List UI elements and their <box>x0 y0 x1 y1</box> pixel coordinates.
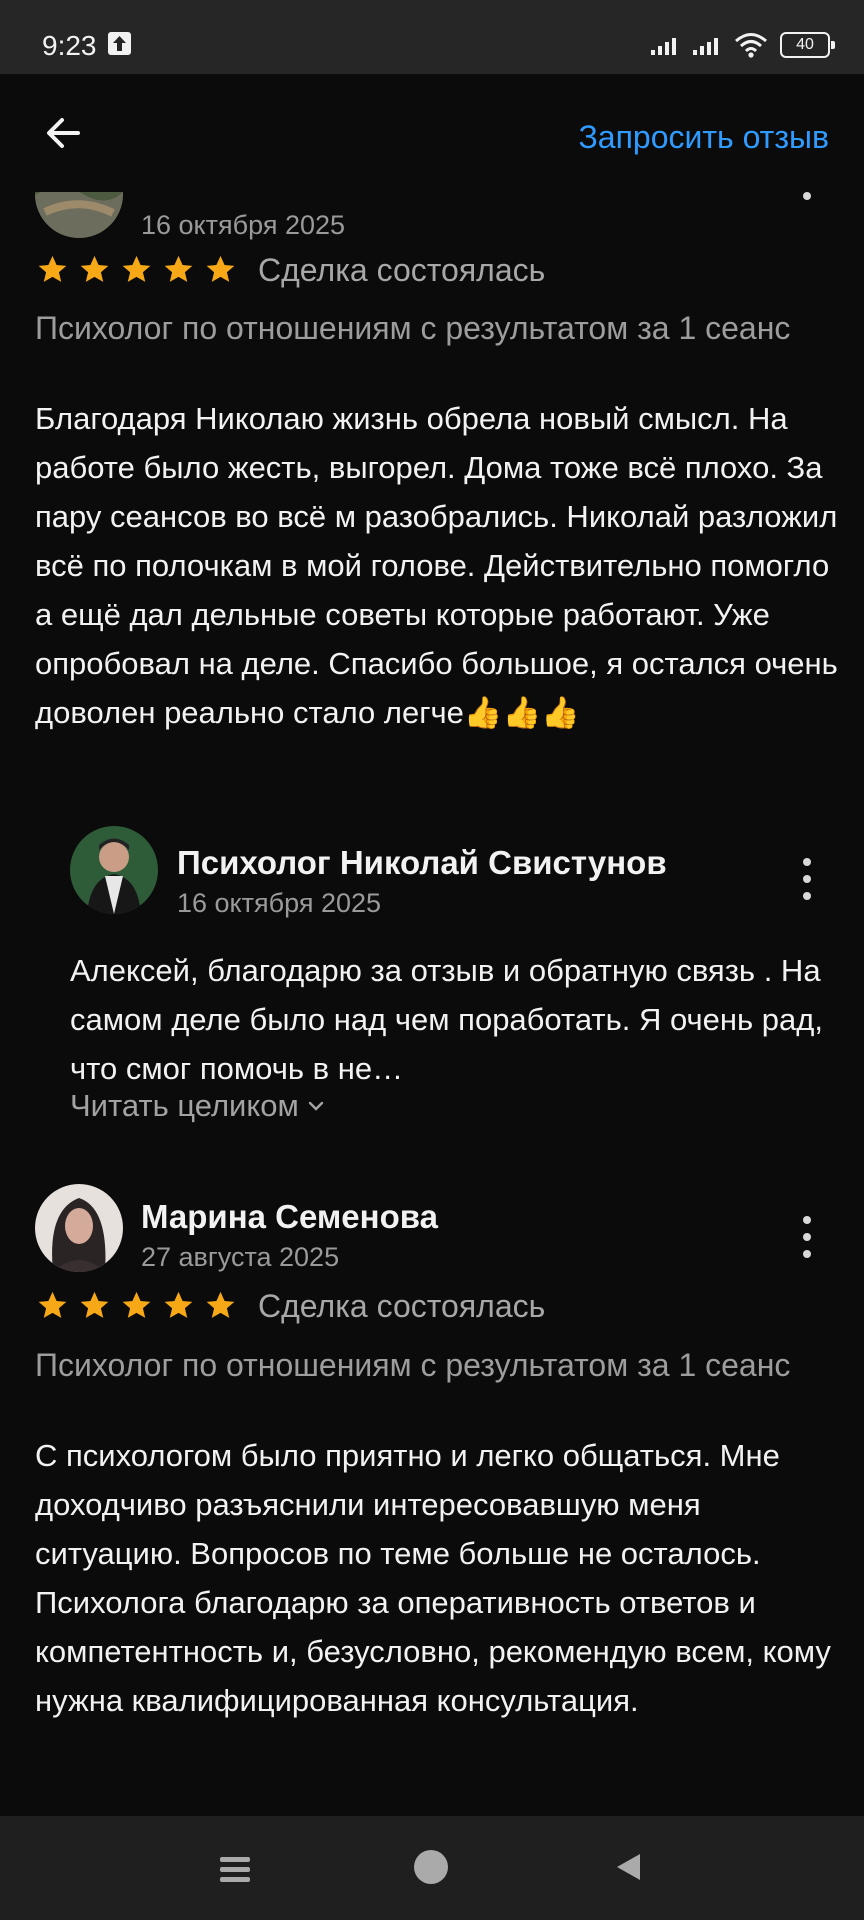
more-icon[interactable] <box>802 1216 812 1258</box>
star-icon <box>80 1291 109 1318</box>
star-icon <box>122 1291 151 1318</box>
more-icon[interactable] <box>802 858 812 900</box>
signal-icon <box>693 38 718 55</box>
star-icon <box>80 255 109 282</box>
request-review-link[interactable]: Запросить отзыв <box>578 119 829 156</box>
system-nav-bar <box>0 1816 864 1920</box>
chevron-down-icon <box>308 1101 324 1111</box>
wifi-icon <box>735 33 767 58</box>
star-icon <box>164 255 193 282</box>
status-icons: 40 <box>650 30 835 60</box>
star-icon <box>164 1291 193 1318</box>
menu-icon[interactable] <box>218 1852 252 1886</box>
home-icon[interactable] <box>414 1850 448 1884</box>
deal-status: Сделка состоялась <box>258 1287 546 1324</box>
read-more-label: Читать целиком <box>70 1088 299 1123</box>
more-icon[interactable] <box>802 192 812 210</box>
reply-text: Алексей, благодарю за отзыв и обратную с… <box>70 953 823 1086</box>
back-button[interactable] <box>40 109 88 157</box>
star-icon <box>38 1291 67 1318</box>
review-date: 16 октября 2025 <box>141 210 346 240</box>
triangle-back-icon[interactable] <box>612 1851 644 1883</box>
signal-icon <box>651 38 676 55</box>
reviewer-name: Марина Семенова <box>141 1198 438 1235</box>
battery-icon: 40 <box>780 32 835 58</box>
rating-row: Сделка состоялась <box>35 248 545 292</box>
arrow-left-icon <box>47 118 80 148</box>
reviews-list[interactable]: 16 октября 2025 Сделка состоялась Психол… <box>0 192 864 1816</box>
star-icon <box>206 255 235 282</box>
reviewer-avatar[interactable] <box>35 192 123 238</box>
status-bar: 9:23 40 <box>0 0 864 74</box>
status-time: 9:23 <box>42 30 97 61</box>
upload-icon <box>108 32 131 55</box>
star-rating <box>35 253 238 288</box>
review-topic: Психолог по отношениям с результатом за … <box>35 1347 791 1383</box>
review-topic: Психолог по отношениям с результатом за … <box>35 310 791 346</box>
specialist-name: Психолог Николай Свистунов <box>177 844 667 881</box>
star-icon <box>122 255 151 282</box>
specialist-avatar[interactable] <box>70 826 158 914</box>
star-rating <box>35 1289 238 1324</box>
reviewer-avatar[interactable] <box>35 1184 123 1272</box>
review-text: С психологом было приятно и легко общать… <box>35 1438 831 1718</box>
reply-date: 16 октября 2025 <box>177 888 382 918</box>
read-more-link[interactable]: Читать целиком <box>70 1088 325 1124</box>
star-icon <box>206 1291 235 1318</box>
star-icon <box>38 255 67 282</box>
top-bar: Запросить отзыв <box>0 74 864 192</box>
review-date: 27 августа 2025 <box>141 1242 340 1272</box>
review-text: Благодаря Николаю жизнь обрела новый смы… <box>35 401 838 730</box>
deal-status: Сделка состоялась <box>258 251 546 288</box>
rating-row: Сделка состоялась <box>35 1284 545 1328</box>
